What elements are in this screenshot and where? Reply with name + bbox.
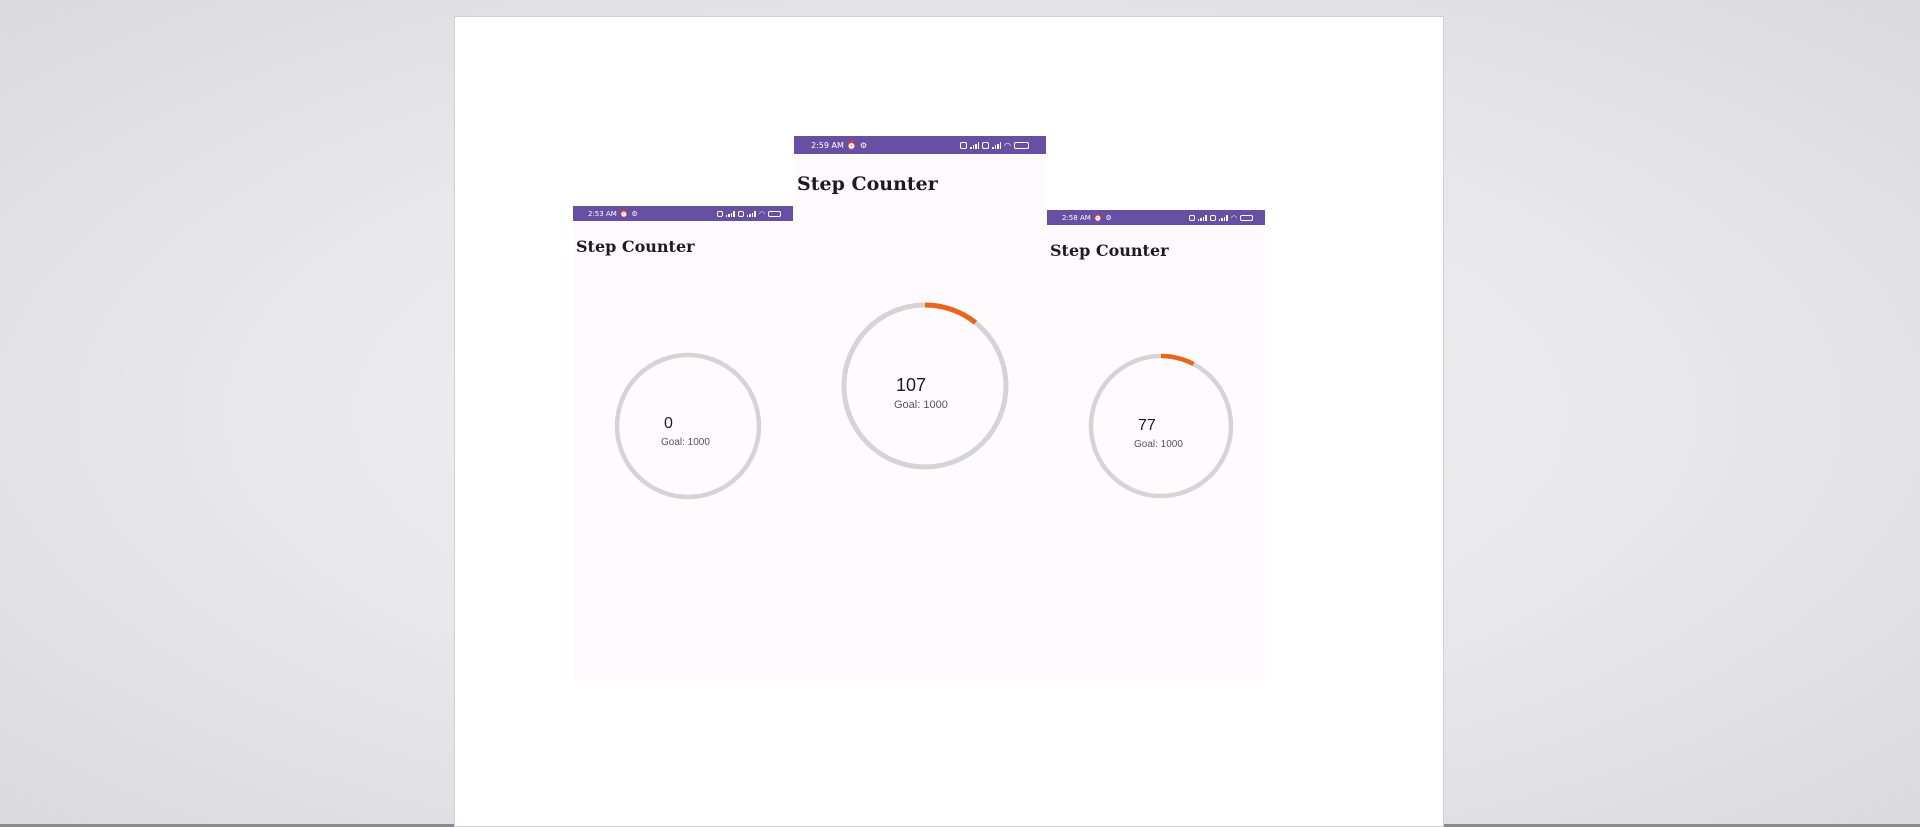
battery-icon <box>1240 214 1253 221</box>
goal-label: Goal: 1000 <box>1134 439 1183 450</box>
sim-icon <box>716 210 723 217</box>
sim-icon <box>737 210 744 217</box>
wifi-icon: ◠ <box>1004 140 1011 150</box>
phone-screen-2: 2:59 AM ⏰ ⚙ ◠ Step Counter 107 Goal: 100… <box>794 136 1046 681</box>
document-page: 2:53 AM ⏰ ⚙ ◠ Step Counter 0 Goal: 1000 <box>454 16 1444 827</box>
app-title: Step Counter <box>797 173 938 195</box>
status-time: 2:53 AM <box>588 209 617 218</box>
battery-icon <box>1014 141 1029 149</box>
status-time: 2:58 AM <box>1062 213 1091 222</box>
ring-track <box>614 352 762 500</box>
status-bar: 2:53 AM ⏰ ⚙ ◠ <box>573 206 793 221</box>
goal-label: Goal: 1000 <box>661 437 710 448</box>
status-bar: 2:58 AM ⏰ ⚙ ◠ <box>1047 210 1265 225</box>
wifi-icon: ◠ <box>758 209 765 218</box>
signal-icon <box>746 210 756 217</box>
phone-screen-3: 2:58 AM ⏰ ⚙ ◠ Step Counter 77 Goal: 1000 <box>1047 210 1265 681</box>
sim-icon <box>1188 214 1195 221</box>
phone-screen-1: 2:53 AM ⏰ ⚙ ◠ Step Counter 0 Goal: 1000 <box>573 206 793 681</box>
sim-icon <box>960 141 968 149</box>
signal-icon <box>1218 214 1228 221</box>
step-progress-ring: 107 Goal: 1000 <box>841 302 1009 470</box>
app-title: Step Counter <box>1050 241 1169 260</box>
signal-icon <box>725 210 735 217</box>
ring-track <box>1088 353 1234 499</box>
settings-icon: ⚙ <box>1105 213 1112 222</box>
signal-icon <box>992 141 1002 149</box>
step-progress-ring: 0 Goal: 1000 <box>614 352 762 500</box>
app-title: Step Counter <box>576 237 695 256</box>
alarm-icon: ⏰ <box>1093 213 1103 222</box>
step-progress-ring: 77 Goal: 1000 <box>1088 353 1234 499</box>
sim-icon <box>1209 214 1216 221</box>
sim-icon <box>982 141 990 149</box>
battery-icon <box>768 210 781 217</box>
step-count: 77 <box>1138 417 1156 434</box>
settings-icon: ⚙ <box>631 209 638 218</box>
goal-label: Goal: 1000 <box>894 399 948 411</box>
wifi-icon: ◠ <box>1230 213 1237 222</box>
step-count: 0 <box>664 415 673 432</box>
status-time: 2:59 AM <box>811 140 844 150</box>
step-count: 107 <box>896 375 927 395</box>
settings-icon: ⚙ <box>859 140 868 150</box>
signal-icon <box>1197 214 1207 221</box>
alarm-icon: ⏰ <box>846 140 857 150</box>
status-bar: 2:59 AM ⏰ ⚙ ◠ <box>794 136 1046 154</box>
signal-icon <box>970 141 980 149</box>
alarm-icon: ⏰ <box>619 209 629 218</box>
